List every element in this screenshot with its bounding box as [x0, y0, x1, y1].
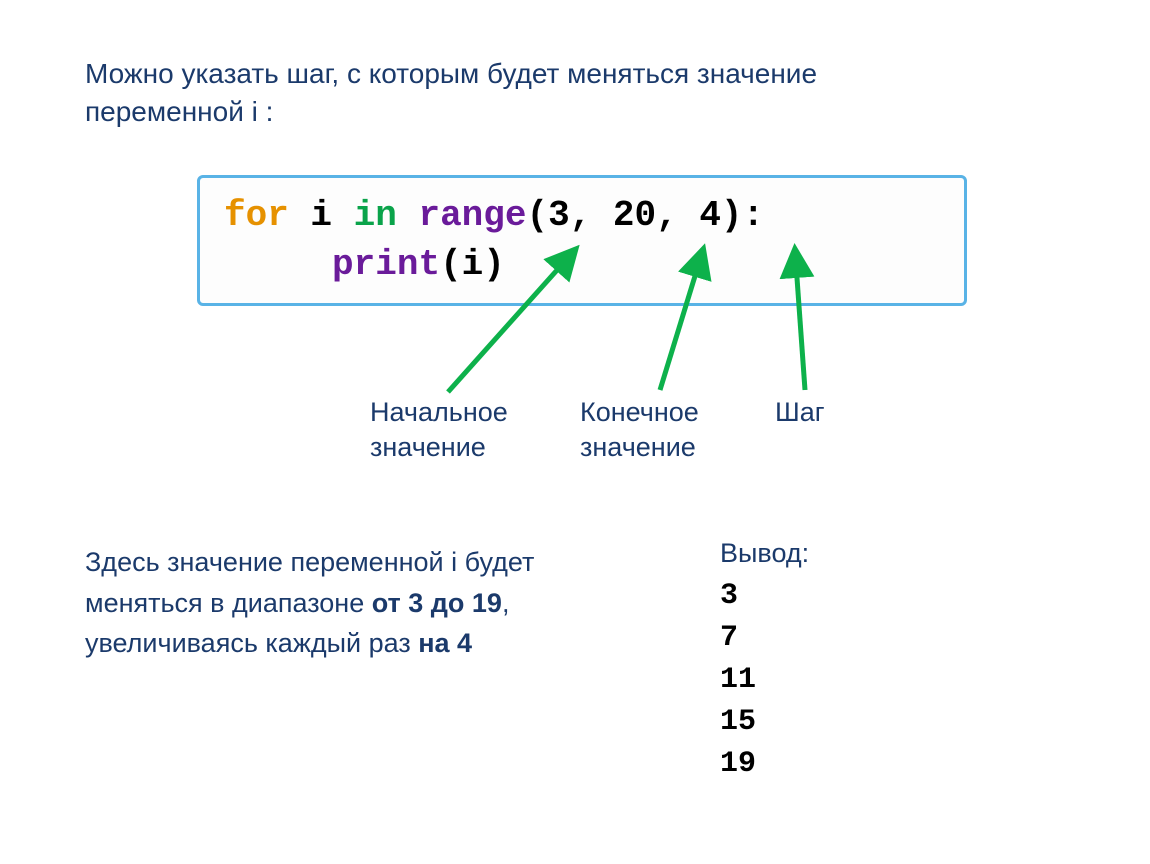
explanation-text: Здесь значение переменной i будет менять…: [85, 542, 640, 664]
output-header: Вывод:: [720, 538, 809, 569]
output-value: 15: [720, 701, 809, 743]
output-value: 7: [720, 617, 809, 659]
print-arg: (i): [440, 244, 505, 285]
label-step: Шаг: [775, 395, 865, 465]
output-value: 19: [720, 743, 809, 785]
code-block: for i in range(3, 20, 4): print(i): [197, 175, 967, 306]
fn-range: range: [418, 195, 526, 236]
explain-b2: на 4: [418, 628, 472, 658]
fn-print: print: [332, 244, 440, 285]
output-block: Вывод: 3 7 11 15 19: [720, 538, 809, 785]
explain-b1: от 3 до 19: [372, 588, 502, 618]
label-start: Начальное значение: [370, 395, 580, 465]
var-i: i: [310, 195, 332, 236]
kw-in: in: [354, 195, 397, 236]
range-args: (3, 20, 4):: [527, 195, 765, 236]
intro-text: Можно указать шаг, с которым будет менят…: [85, 55, 845, 131]
kw-for: for: [224, 195, 289, 236]
output-value: 11: [720, 659, 809, 701]
label-end: Конечное значение: [580, 395, 775, 465]
output-value: 3: [720, 575, 809, 617]
